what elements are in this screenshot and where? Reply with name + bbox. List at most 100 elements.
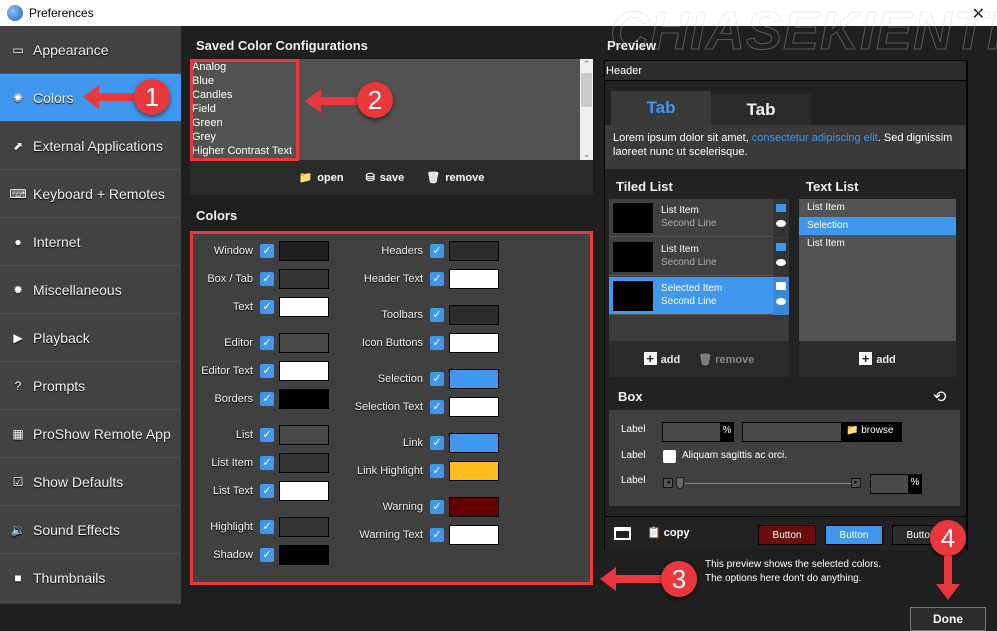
color-swatch[interactable] bbox=[279, 425, 329, 445]
item-line-1: List Item bbox=[661, 244, 699, 255]
color-swatch[interactable] bbox=[449, 525, 499, 545]
color-checkbox[interactable]: ✓ bbox=[260, 392, 274, 406]
save-button[interactable]: ⛁ save bbox=[366, 171, 405, 185]
scroll-up-icon[interactable]: ⌃ bbox=[580, 59, 593, 70]
sidebar-item-appearance[interactable]: ▭ Appearance bbox=[0, 26, 181, 74]
comment-icon[interactable] bbox=[776, 204, 786, 212]
color-swatch[interactable] bbox=[279, 333, 329, 353]
sidebar-item-external-applications[interactable]: ⬈ External Applications bbox=[0, 122, 181, 170]
color-swatch[interactable] bbox=[279, 241, 329, 261]
color-checkbox[interactable]: ✓ bbox=[260, 484, 274, 498]
tiled-add-button[interactable]: + add bbox=[643, 352, 680, 366]
copy-button[interactable]: 📋 copy bbox=[647, 526, 689, 539]
preview-tab-inactive[interactable]: Tab bbox=[711, 94, 811, 125]
slider-track[interactable] bbox=[685, 483, 851, 484]
color-checkbox[interactable]: ✓ bbox=[260, 300, 274, 314]
sidebar-item-playback[interactable]: ▶ Playback bbox=[0, 314, 181, 362]
color-swatch[interactable] bbox=[449, 397, 499, 417]
text-add-button[interactable]: + add bbox=[859, 352, 896, 366]
color-checkbox[interactable]: ✓ bbox=[430, 500, 444, 514]
eye-icon[interactable] bbox=[776, 220, 786, 227]
reset-icon[interactable]: ⟲ bbox=[933, 387, 946, 407]
slider-value-input[interactable] bbox=[870, 474, 910, 494]
scroll-down-icon[interactable]: ⌄ bbox=[580, 149, 593, 160]
preview-tab-active[interactable]: Tab bbox=[611, 91, 711, 125]
eye-icon[interactable] bbox=[776, 259, 786, 266]
color-swatch[interactable] bbox=[449, 433, 499, 453]
browse-button[interactable]: 📁 browse bbox=[842, 422, 902, 442]
text-list-item[interactable]: Selection bbox=[799, 217, 956, 235]
preview-checkbox[interactable] bbox=[663, 450, 676, 463]
color-checkbox[interactable]: ✓ bbox=[430, 272, 444, 286]
color-row-link-highlight: Link Highlight ✓ bbox=[333, 461, 499, 481]
color-checkbox[interactable]: ✓ bbox=[260, 520, 274, 534]
text-list-item[interactable]: List Item bbox=[799, 199, 956, 217]
selected-button[interactable]: Button bbox=[825, 525, 883, 545]
eye-icon[interactable] bbox=[776, 298, 786, 305]
color-checkbox[interactable]: ✓ bbox=[260, 272, 274, 286]
color-swatch[interactable] bbox=[279, 269, 329, 289]
color-checkbox[interactable]: ✓ bbox=[430, 372, 444, 386]
color-swatch[interactable] bbox=[449, 461, 499, 481]
tiled-remove-button[interactable]: 🗑 remove bbox=[698, 353, 754, 366]
percent-input[interactable] bbox=[662, 422, 722, 442]
color-swatch[interactable] bbox=[279, 361, 329, 381]
color-checkbox[interactable]: ✓ bbox=[430, 464, 444, 478]
color-swatch[interactable] bbox=[279, 517, 329, 537]
tiled-list-item[interactable]: List Item Second Line bbox=[609, 238, 789, 276]
color-checkbox[interactable]: ✓ bbox=[260, 548, 274, 562]
color-swatch[interactable] bbox=[449, 241, 499, 261]
close-icon[interactable]: ✕ bbox=[972, 4, 985, 24]
slider-left-button[interactable]: ◂ bbox=[663, 478, 673, 488]
sidebar-item-miscellaneous[interactable]: ✹ Miscellaneous bbox=[0, 266, 181, 314]
open-button[interactable]: 📁 open bbox=[299, 171, 344, 185]
tiled-list-item[interactable]: List Item Second Line bbox=[609, 199, 789, 237]
saved-list-scrollbar[interactable]: ⌃ ⌄ bbox=[580, 59, 593, 160]
warning-button[interactable]: Button bbox=[758, 525, 816, 545]
sidebar-item-sound-effects[interactable]: 🔉 Sound Effects bbox=[0, 506, 181, 554]
comment-icon[interactable] bbox=[776, 243, 786, 251]
color-checkbox[interactable]: ✓ bbox=[430, 336, 444, 350]
scroll-thumb[interactable] bbox=[581, 73, 592, 107]
done-button[interactable]: Done bbox=[910, 607, 986, 631]
color-checkbox[interactable]: ✓ bbox=[430, 528, 444, 542]
color-swatch[interactable] bbox=[279, 389, 329, 409]
color-swatch[interactable] bbox=[449, 369, 499, 389]
sidebar-item-thumbnails[interactable]: ■ Thumbnails bbox=[0, 554, 181, 602]
sidebar-item-internet[interactable]: ● Internet bbox=[0, 218, 181, 266]
color-checkbox[interactable]: ✓ bbox=[430, 244, 444, 258]
color-swatch[interactable] bbox=[449, 269, 499, 289]
color-swatch[interactable] bbox=[279, 545, 329, 565]
color-swatch[interactable] bbox=[449, 305, 499, 325]
color-checkbox[interactable]: ✓ bbox=[260, 244, 274, 258]
body-link[interactable]: consectetur adipiscing elit bbox=[752, 132, 878, 144]
slider-right-button[interactable]: ▸ bbox=[851, 478, 861, 488]
comment-icon[interactable] bbox=[776, 282, 786, 290]
tiled-list-item[interactable]: Selected Item Second Line bbox=[609, 277, 789, 315]
sidebar-item-prompts[interactable]: ? Prompts bbox=[0, 362, 181, 410]
color-swatch[interactable] bbox=[279, 297, 329, 317]
remove-button[interactable]: 🗑 remove bbox=[426, 171, 484, 185]
text-list-item[interactable]: List Item bbox=[799, 235, 956, 253]
play-icon: ▶ bbox=[13, 330, 23, 345]
color-checkbox[interactable]: ✓ bbox=[430, 400, 444, 414]
window-icon[interactable] bbox=[614, 527, 631, 540]
color-checkbox[interactable]: ✓ bbox=[260, 336, 274, 350]
item-thumbnail bbox=[613, 281, 653, 311]
thumbnail-icon: ■ bbox=[14, 570, 22, 585]
color-row-shadow: Shadow ✓ bbox=[193, 545, 329, 565]
sidebar-item-keyboard-remotes[interactable]: ⌨ Keyboard + Remotes bbox=[0, 170, 181, 218]
color-checkbox[interactable]: ✓ bbox=[430, 308, 444, 322]
slider-thumb[interactable] bbox=[676, 477, 684, 489]
color-checkbox[interactable]: ✓ bbox=[260, 428, 274, 442]
color-swatch[interactable] bbox=[449, 497, 499, 517]
color-checkbox[interactable]: ✓ bbox=[260, 456, 274, 470]
color-swatch[interactable] bbox=[279, 481, 329, 501]
color-swatch[interactable] bbox=[449, 333, 499, 353]
sidebar-item-show-defaults[interactable]: ☑ Show Defaults bbox=[0, 458, 181, 506]
color-checkbox[interactable]: ✓ bbox=[260, 364, 274, 378]
color-swatch[interactable] bbox=[279, 453, 329, 473]
sidebar-item-proshow-remote-app[interactable]: ▦ ProShow Remote App bbox=[0, 410, 181, 458]
browse-input[interactable] bbox=[742, 422, 842, 442]
color-checkbox[interactable]: ✓ bbox=[430, 436, 444, 450]
